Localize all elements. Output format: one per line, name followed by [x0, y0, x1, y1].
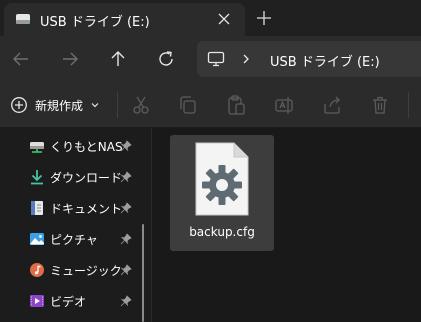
- paste-icon[interactable]: [225, 94, 247, 116]
- pin-icon[interactable]: [120, 233, 132, 245]
- rename-icon[interactable]: [273, 94, 295, 116]
- chevron-down-icon: [91, 103, 99, 108]
- new-button[interactable]: 新規作成: [8, 90, 108, 120]
- new-button-label: 新規作成: [35, 99, 84, 113]
- sidebar-item-videos[interactable]: ビデオ: [0, 286, 150, 316]
- navigation-bar: USB ドライブ (E:): [0, 36, 421, 82]
- tab-usb-drive[interactable]: USB ドライブ (E:): [4, 3, 245, 36]
- toolbar-divider: [408, 92, 409, 118]
- download-icon: [31, 170, 43, 185]
- sidebar-scrollbar[interactable]: [142, 224, 144, 322]
- video-icon: [30, 295, 44, 307]
- config-file-icon: [195, 142, 249, 216]
- address-path: USB ドライブ (E:): [270, 55, 380, 70]
- share-icon[interactable]: [321, 94, 343, 116]
- sidebar-item-downloads[interactable]: ダウンロード: [0, 162, 150, 192]
- pin-icon[interactable]: [120, 295, 132, 307]
- tab-title: USB ドライブ (E:): [40, 15, 150, 30]
- close-icon[interactable]: [213, 8, 235, 30]
- pin-icon[interactable]: [120, 202, 132, 214]
- sidebar-item-music[interactable]: ミュージック: [0, 255, 150, 285]
- file-item[interactable]: backup.cfg: [170, 135, 274, 251]
- cut-icon[interactable]: [130, 94, 152, 116]
- file-list: backup.cfg: [153, 128, 421, 322]
- tab-bar: USB ドライブ (E:): [0, 0, 421, 36]
- sidebar-item-nas[interactable]: くりもとNAS (A: [0, 131, 150, 161]
- copy-icon[interactable]: [177, 94, 199, 116]
- network-drive-icon: [30, 142, 44, 153]
- sidebar-item-label: くりもとNAS (A: [50, 140, 122, 154]
- file-name: backup.cfg: [189, 225, 255, 239]
- monitor-icon: [207, 51, 225, 67]
- sidebar-item-pictures[interactable]: ピクチャ: [0, 224, 150, 254]
- pin-icon[interactable]: [120, 140, 132, 152]
- navigation-pane: くりもとNAS (A ダウンロード ドキュメント ピクチャ: [0, 128, 152, 322]
- plus-icon[interactable]: [253, 7, 275, 29]
- arrow-left-icon[interactable]: [9, 47, 33, 71]
- pin-icon[interactable]: [120, 171, 132, 183]
- drive-icon: [16, 14, 30, 24]
- sidebar-item-label: ドキュメント: [50, 202, 122, 216]
- sidebar-item-label: ミュージック: [50, 264, 122, 278]
- document-icon: [31, 201, 43, 215]
- pin-icon[interactable]: [120, 264, 132, 276]
- music-icon: [30, 263, 44, 277]
- pictures-icon: [30, 233, 44, 245]
- toolbar-divider: [117, 92, 118, 118]
- chevron-right-icon[interactable]: [241, 53, 251, 65]
- delete-icon[interactable]: [369, 94, 391, 116]
- refresh-icon[interactable]: [154, 47, 178, 71]
- sidebar-item-label: ダウンロード: [50, 171, 122, 185]
- sidebar-item-documents[interactable]: ドキュメント: [0, 193, 150, 223]
- sidebar-item-label: ビデオ: [50, 295, 87, 309]
- arrow-right-icon[interactable]: [58, 47, 82, 71]
- arrow-up-icon[interactable]: [106, 47, 130, 71]
- command-bar: 新規作成: [0, 82, 421, 128]
- address-bar[interactable]: USB ドライブ (E:): [197, 41, 421, 77]
- add-circle-icon: [11, 97, 27, 113]
- sidebar-item-label: ピクチャ: [50, 233, 98, 247]
